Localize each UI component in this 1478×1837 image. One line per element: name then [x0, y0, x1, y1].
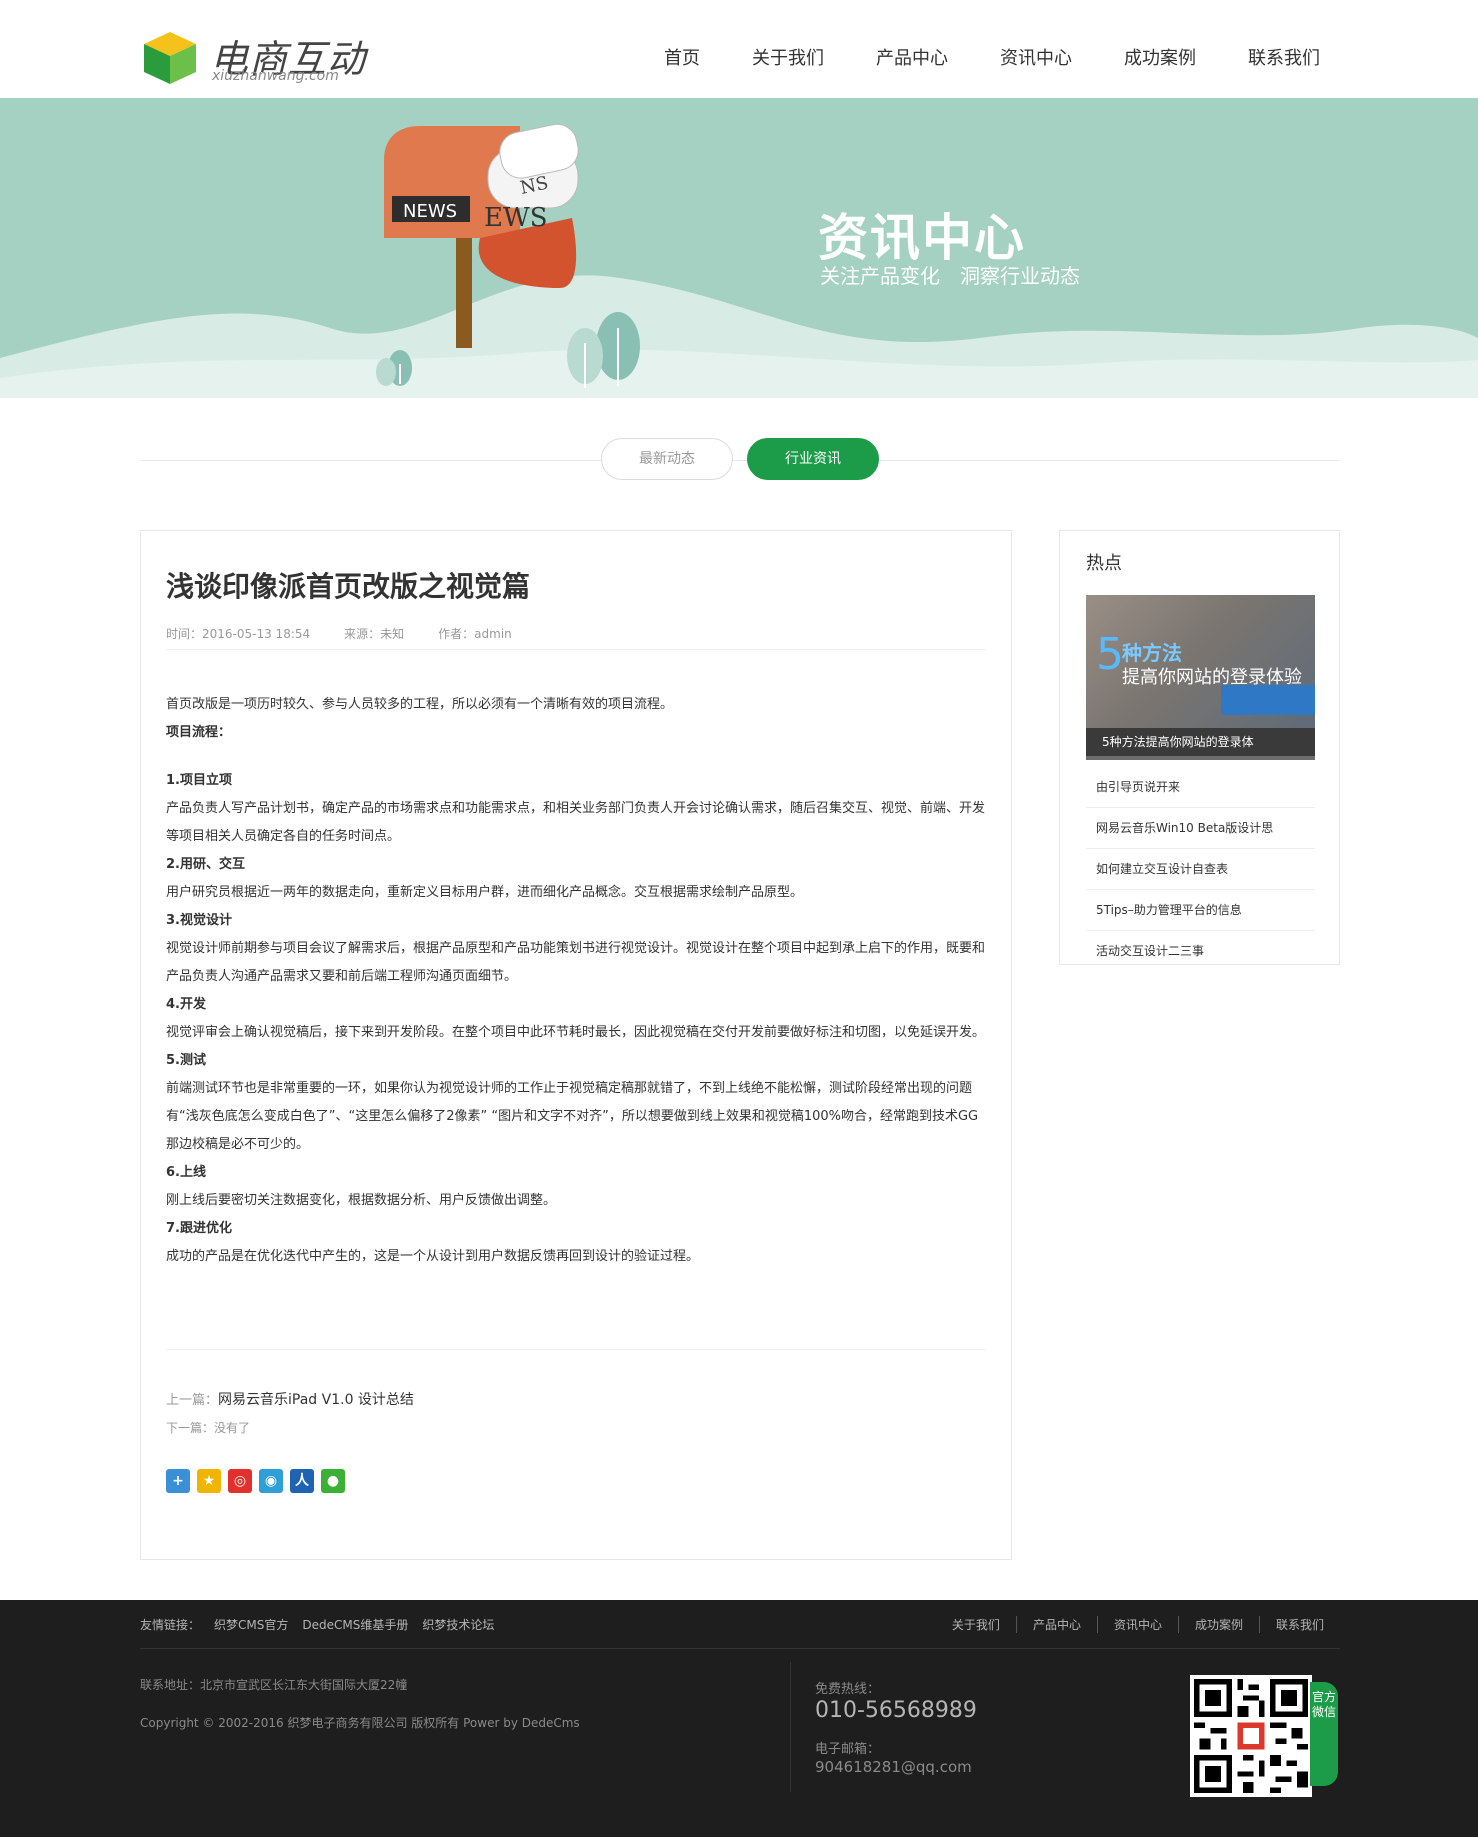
featured-digit: 5: [1096, 629, 1124, 680]
share-qzone-icon[interactable]: ★: [197, 1469, 221, 1493]
step-text: 成功的产品是在优化迭代中产生的，这是一个从设计到用户数据反馈再回到设计的验证过程…: [166, 1249, 700, 1264]
share-bar: + ★ ◎ ◉ 人 ●: [166, 1469, 352, 1493]
step-title: 4.开发: [166, 997, 206, 1012]
share-renren-icon[interactable]: 人: [290, 1469, 314, 1493]
featured-line2: 提高你网站的登录体验: [1122, 667, 1302, 688]
cube-logo-icon: [144, 32, 196, 84]
friend-link[interactable]: 织梦CMS官方: [214, 1616, 288, 1633]
site-logo[interactable]: 电商互动 xiuzhanwang.com: [140, 28, 370, 88]
wechat-qr-code: [1190, 1675, 1312, 1797]
login-button-graphic: [1221, 685, 1315, 715]
hotline-number: 010-56568989: [815, 1698, 977, 1723]
share-more-icon[interactable]: +: [166, 1469, 190, 1493]
footer-divider: [140, 1648, 1340, 1649]
list-item[interactable]: 由引导页说开来: [1086, 767, 1315, 808]
email-address: 904618281@qq.com: [815, 1758, 972, 1776]
prev-label: 上一篇：: [166, 1393, 219, 1408]
divider: [166, 649, 986, 650]
share-weibo-icon[interactable]: ◎: [228, 1469, 252, 1493]
logo-subtitle: xiuzhanwang.com: [212, 68, 339, 84]
news-banner: NEWS EWS NS 资讯中心 关注产品变化 洞察行业动态: [0, 98, 1478, 398]
divider: [166, 1349, 986, 1350]
featured-caption: 5种方法提高你网站的登录体: [1086, 728, 1315, 760]
step-text: 前端测试环节也是非常重要的一环，如果你认为视觉设计师的工作止于视觉稿定稿那就错了…: [166, 1081, 979, 1152]
share-tencent-weibo-icon[interactable]: ◉: [259, 1469, 283, 1493]
footer-nav-cases[interactable]: 成功案例: [1177, 1616, 1259, 1633]
banner-sign-right: EWS: [484, 203, 548, 233]
banner-sign-left: NEWS: [403, 201, 457, 222]
article-source: 来源：未知: [344, 627, 405, 641]
step-title: 7.跟进优化: [166, 1221, 232, 1236]
step-text: 视觉设计师前期参与项目会议了解需求后，根据产品原型和产品功能策划书进行视觉设计。…: [166, 941, 986, 984]
flow-label: 项目流程：: [166, 725, 232, 740]
article-author: 作者：admin: [438, 627, 512, 641]
article-body: 首页改版是一项历时较久、参与人员较多的工程，所以必须有一个清晰有效的项目流程。 …: [166, 691, 988, 1271]
hot-list: 由引导页说开来 网易云音乐Win10 Beta版设计思 如何建立交互设计自查表 …: [1086, 767, 1315, 972]
nav-cases[interactable]: 成功案例: [1124, 44, 1196, 70]
step-title: 3.视觉设计: [166, 913, 232, 928]
footer-nav-about[interactable]: 关于我们: [936, 1616, 1016, 1633]
featured-line1: 种方法: [1122, 641, 1182, 665]
article-title: 浅谈印像派首页改版之视觉篇: [166, 570, 531, 603]
step-title: 1.项目立项: [166, 773, 232, 788]
list-item[interactable]: 如何建立交互设计自查表: [1086, 849, 1315, 890]
next-article: 下一篇：没有了: [166, 1421, 251, 1435]
friend-link[interactable]: 织梦技术论坛: [422, 1616, 494, 1633]
step-title: 2.用研、交互: [166, 857, 245, 872]
tab-industry-news[interactable]: 行业资讯: [747, 438, 879, 480]
footer-nav-contact[interactable]: 联系我们: [1258, 1616, 1340, 1633]
nav-about[interactable]: 关于我们: [752, 44, 824, 70]
friend-link[interactable]: DedeCMS维基手册: [302, 1616, 408, 1633]
featured-image[interactable]: 5 种方法 提高你网站的登录体验 5种方法提高你网站的登录体: [1086, 595, 1315, 760]
mailbox-illustration: NEWS EWS NS: [0, 123, 1478, 398]
list-item[interactable]: 网易云音乐Win10 Beta版设计思: [1086, 808, 1315, 849]
main-nav: 首页 关于我们 产品中心 资讯中心 成功案例 联系我们: [612, 44, 1320, 70]
footer-nav: 关于我们 产品中心 资讯中心 成功案例 联系我们: [936, 1616, 1340, 1633]
footer-copyright: Copyright © 2002-2016 织梦电子商务有限公司 版权所有 Po…: [140, 1716, 580, 1730]
friend-links-label: 友情链接：: [140, 1618, 201, 1632]
step-text: 刚上线后要密切关注数据变化，根据数据分析、用户反馈做出调整。: [166, 1193, 557, 1208]
friend-links: 友情链接： 织梦CMS官方 DedeCMS维基手册 织梦技术论坛: [140, 1616, 508, 1633]
article-meta: 时间：2016-05-13 18:54 来源：未知 作者：admin: [166, 625, 546, 642]
wechat-tab[interactable]: 官方微信: [1310, 1682, 1338, 1786]
site-footer: 友情链接： 织梦CMS官方 DedeCMS维基手册 织梦技术论坛 关于我们 产品…: [0, 1600, 1478, 1837]
share-wechat-icon[interactable]: ●: [321, 1469, 345, 1493]
list-item[interactable]: 活动交互设计二三事: [1086, 931, 1315, 972]
nav-contact[interactable]: 联系我们: [1248, 44, 1320, 70]
nav-news[interactable]: 资讯中心: [1000, 44, 1072, 70]
prev-article-link[interactable]: 网易云音乐iPad V1.0 设计总结: [218, 1392, 414, 1408]
step-title: 5.测试: [166, 1053, 206, 1068]
hotline-label: 免费热线：: [815, 1682, 881, 1697]
qr-code-icon: [1194, 1679, 1308, 1793]
article-panel: 浅谈印像派首页改版之视觉篇 时间：2016-05-13 18:54 来源：未知 …: [140, 530, 1012, 1560]
footer-address: 联系地址：北京市宣武区长江东大街国际大厦22幢: [140, 1678, 408, 1692]
email-label: 电子邮箱：: [815, 1742, 881, 1757]
list-item[interactable]: 5Tips–助力管理平台的信息: [1086, 890, 1315, 931]
article-time: 时间：2016-05-13 18:54: [166, 627, 311, 641]
footer-vertical-divider: [790, 1662, 791, 1792]
tab-divider: [140, 460, 1340, 461]
article-intro: 首页改版是一项历时较久、参与人员较多的工程，所以必须有一个清晰有效的项目流程。: [166, 697, 674, 712]
step-text: 视觉评审会上确认视觉稿后，接下来到开发阶段。在整个项目中此环节耗时最长，因此视觉…: [166, 1025, 986, 1040]
nav-home[interactable]: 首页: [664, 44, 700, 70]
sidebar-title: 热点: [1086, 553, 1122, 574]
step-text: 产品负责人写产品计划书，确定产品的市场需求点和功能需求点，和相关业务部门负责人开…: [166, 801, 986, 844]
prev-article: 上一篇：网易云音乐iPad V1.0 设计总结: [166, 1389, 414, 1409]
banner-subtitle: 关注产品变化 洞察行业动态: [820, 264, 1080, 288]
site-header: 电商互动 xiuzhanwang.com 首页 关于我们 产品中心 资讯中心 成…: [0, 0, 1478, 98]
step-title: 6.上线: [166, 1165, 206, 1180]
nav-products[interactable]: 产品中心: [876, 44, 948, 70]
hot-sidebar: 热点 5 种方法 提高你网站的登录体验 5种方法提高你网站的登录体 由引导页说开…: [1059, 530, 1340, 965]
tab-latest-news[interactable]: 最新动态: [601, 438, 733, 480]
footer-nav-products[interactable]: 产品中心: [1015, 1616, 1097, 1633]
footer-nav-news[interactable]: 资讯中心: [1096, 1616, 1178, 1633]
step-text: 用户研究员根据近一两年的数据走向，重新定义目标用户群，进而细化产品概念。交互根据…: [166, 885, 804, 900]
